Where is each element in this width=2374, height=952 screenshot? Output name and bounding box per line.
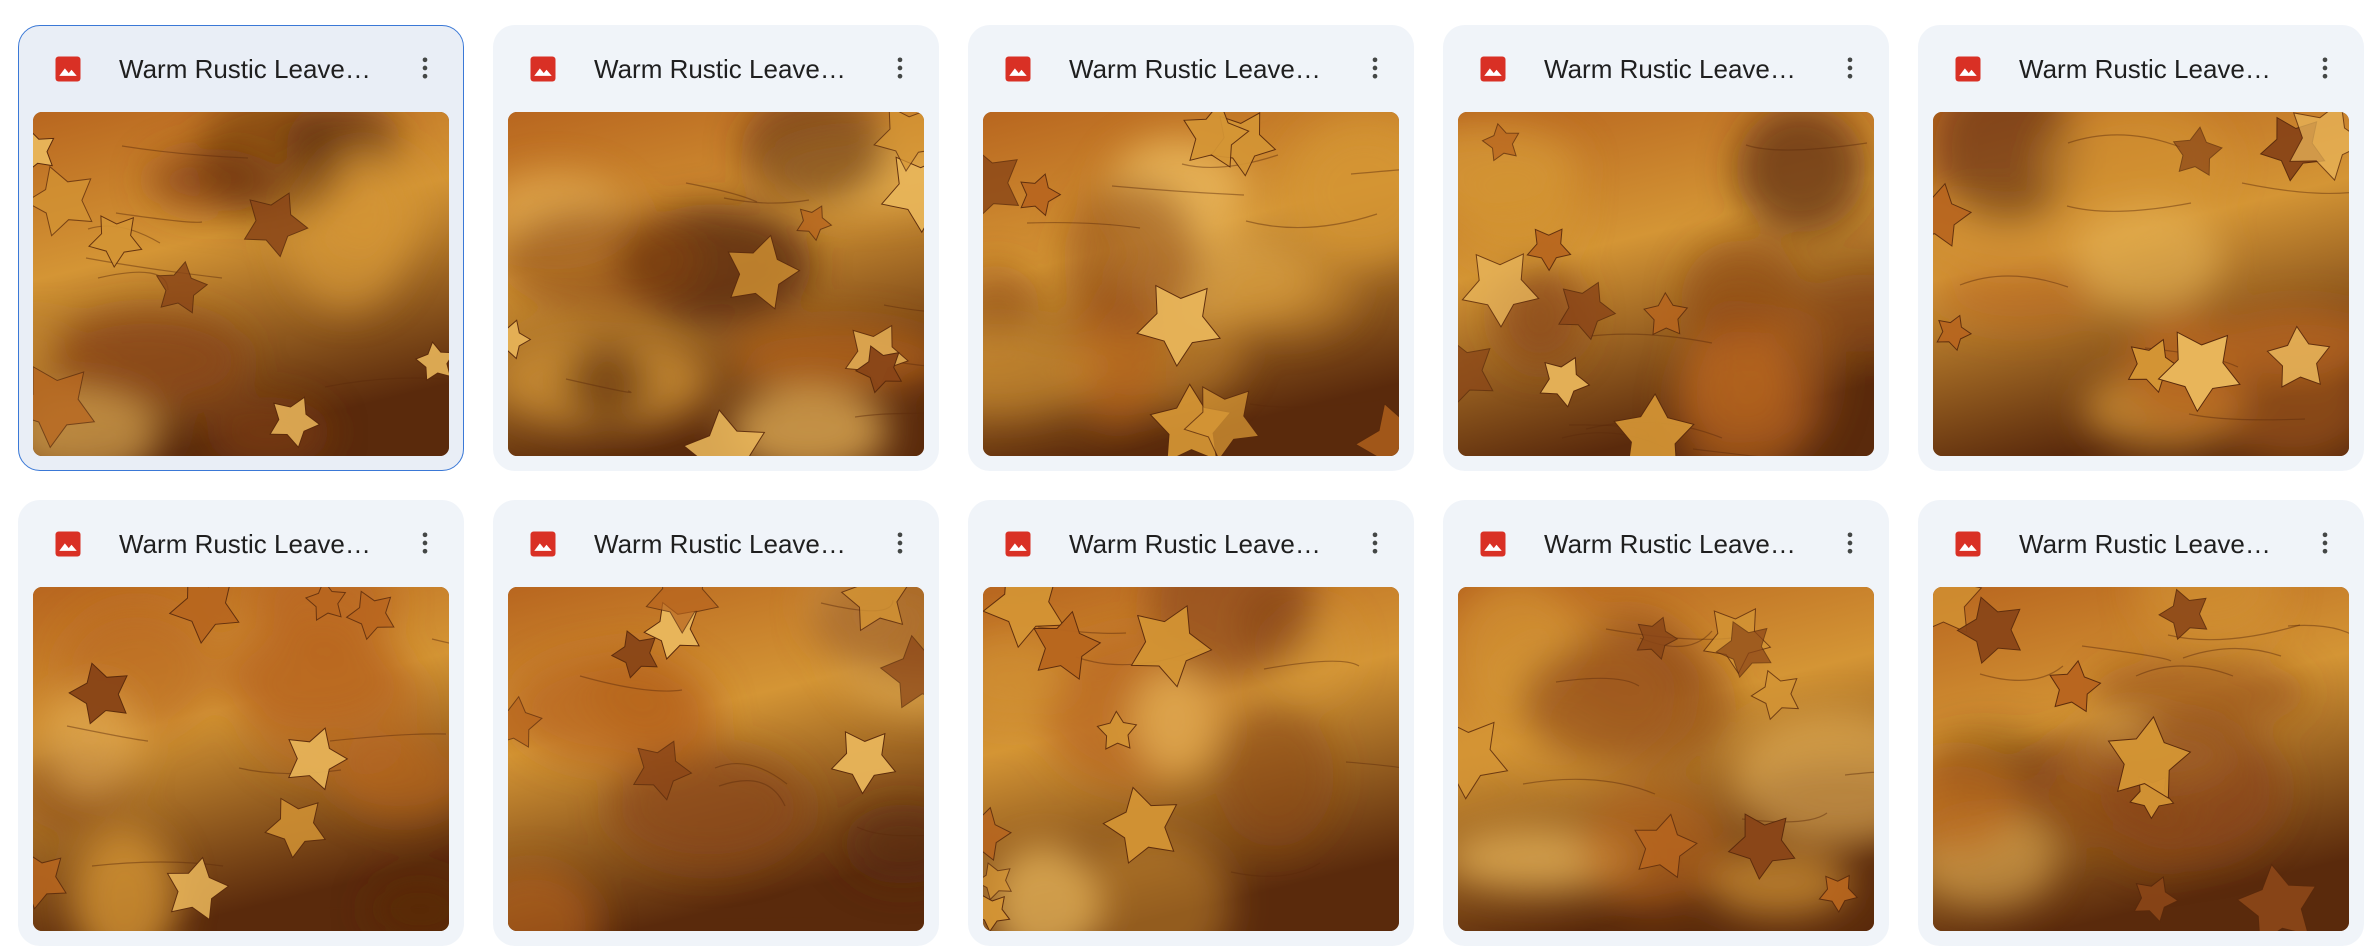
file-card[interactable]: Warm Rustic Leaves... xyxy=(1918,500,2364,946)
image-file-icon xyxy=(1003,54,1033,84)
file-grid: Warm Rustic Leaves... Warm Rustic Leaves… xyxy=(18,25,2364,946)
leaf-texture-image xyxy=(33,587,449,931)
file-card[interactable]: Warm Rustic Leaves... xyxy=(968,25,1414,471)
more-vert-icon xyxy=(422,57,428,79)
leaf-texture-image xyxy=(508,587,924,931)
file-card-header: Warm Rustic Leaves... xyxy=(1444,26,1888,110)
image-file-icon xyxy=(53,54,83,84)
more-vert-icon xyxy=(2322,532,2328,554)
leaf-texture-image xyxy=(1933,587,2349,931)
file-name: Warm Rustic Leaves... xyxy=(1069,54,1329,84)
file-card[interactable]: Warm Rustic Leaves... xyxy=(493,25,939,471)
file-card-header: Warm Rustic Leaves... xyxy=(1919,501,2363,585)
file-card-header: Warm Rustic Leaves... xyxy=(19,26,463,110)
file-thumbnail[interactable] xyxy=(983,112,1399,456)
more-actions-button[interactable] xyxy=(2305,523,2345,563)
file-card-header: Warm Rustic Leaves... xyxy=(494,26,938,110)
file-thumbnail[interactable] xyxy=(1458,112,1874,456)
more-vert-icon xyxy=(1847,57,1853,79)
file-thumbnail[interactable] xyxy=(33,112,449,456)
file-card-header: Warm Rustic Leaves... xyxy=(969,501,1413,585)
leaf-texture-image xyxy=(508,112,924,456)
more-actions-button[interactable] xyxy=(1830,523,1870,563)
more-actions-button[interactable] xyxy=(2305,48,2345,88)
image-file-icon xyxy=(1953,529,1983,559)
leaf-texture-image xyxy=(983,587,1399,931)
file-thumbnail[interactable] xyxy=(983,587,1399,931)
file-thumbnail[interactable] xyxy=(508,112,924,456)
file-name: Warm Rustic Leaves... xyxy=(119,529,379,559)
file-card[interactable]: Warm Rustic Leaves... xyxy=(18,500,464,946)
more-actions-button[interactable] xyxy=(1355,48,1395,88)
more-vert-icon xyxy=(1372,57,1378,79)
more-vert-icon xyxy=(1372,532,1378,554)
file-card-header: Warm Rustic Leaves... xyxy=(1444,501,1888,585)
more-vert-icon xyxy=(1847,532,1853,554)
image-file-icon xyxy=(1478,529,1508,559)
more-actions-button[interactable] xyxy=(405,48,445,88)
file-card[interactable]: Warm Rustic Leaves... xyxy=(1918,25,2364,471)
file-name: Warm Rustic Leaves... xyxy=(1069,529,1329,559)
leaf-texture-image xyxy=(1458,587,1874,931)
file-name: Warm Rustic Leaves... xyxy=(1544,54,1804,84)
image-file-icon xyxy=(528,529,558,559)
more-actions-button[interactable] xyxy=(880,48,920,88)
file-card-header: Warm Rustic Leaves... xyxy=(1919,26,2363,110)
file-card-header: Warm Rustic Leaves... xyxy=(494,501,938,585)
file-name: Warm Rustic Leaves... xyxy=(594,54,854,84)
image-file-icon xyxy=(1478,54,1508,84)
file-thumbnail[interactable] xyxy=(33,587,449,931)
file-thumbnail[interactable] xyxy=(1933,587,2349,931)
file-thumbnail[interactable] xyxy=(508,587,924,931)
file-card[interactable]: Warm Rustic Leaves... xyxy=(1443,25,1889,471)
leaf-texture-image xyxy=(983,112,1399,456)
more-vert-icon xyxy=(897,532,903,554)
file-card-header: Warm Rustic Leaves... xyxy=(19,501,463,585)
image-file-icon xyxy=(1003,529,1033,559)
leaf-texture-image xyxy=(1458,112,1874,456)
more-actions-button[interactable] xyxy=(880,523,920,563)
file-name: Warm Rustic Leaves... xyxy=(2019,529,2279,559)
more-actions-button[interactable] xyxy=(1830,48,1870,88)
image-file-icon xyxy=(528,54,558,84)
file-name: Warm Rustic Leaves... xyxy=(119,54,379,84)
image-file-icon xyxy=(1953,54,1983,84)
more-actions-button[interactable] xyxy=(1355,523,1395,563)
file-card-header: Warm Rustic Leaves... xyxy=(969,26,1413,110)
leaf-texture-image xyxy=(1933,112,2349,456)
file-name: Warm Rustic Leaves... xyxy=(1544,529,1804,559)
file-thumbnail[interactable] xyxy=(1458,587,1874,931)
image-file-icon xyxy=(53,529,83,559)
file-card[interactable]: Warm Rustic Leaves... xyxy=(493,500,939,946)
more-vert-icon xyxy=(2322,57,2328,79)
more-actions-button[interactable] xyxy=(405,523,445,563)
file-card[interactable]: Warm Rustic Leaves... xyxy=(968,500,1414,946)
file-name: Warm Rustic Leaves... xyxy=(594,529,854,559)
file-name: Warm Rustic Leaves... xyxy=(2019,54,2279,84)
more-vert-icon xyxy=(897,57,903,79)
more-vert-icon xyxy=(422,532,428,554)
file-card[interactable]: Warm Rustic Leaves... xyxy=(1443,500,1889,946)
leaf-texture-image xyxy=(33,112,449,456)
file-thumbnail[interactable] xyxy=(1933,112,2349,456)
file-card[interactable]: Warm Rustic Leaves... xyxy=(18,25,464,471)
